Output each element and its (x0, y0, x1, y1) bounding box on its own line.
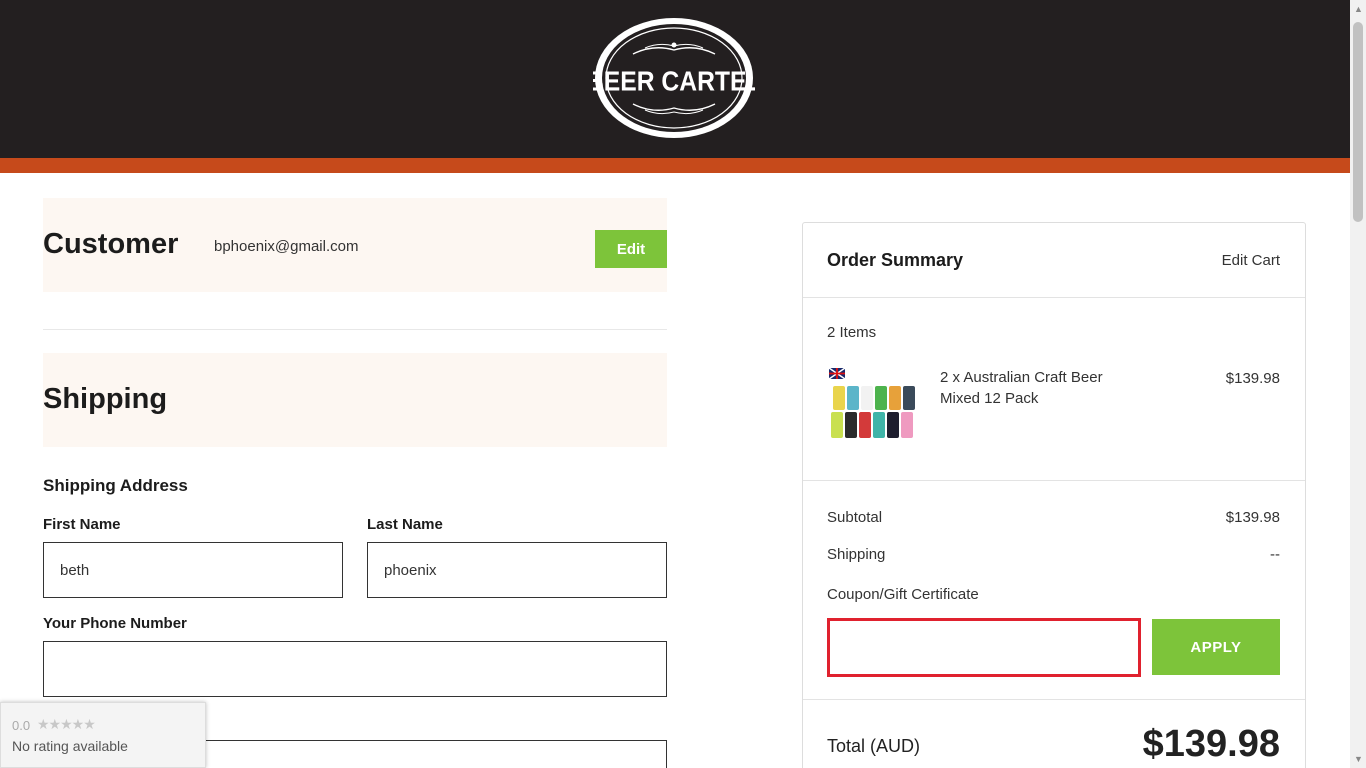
summary-divider (803, 699, 1305, 700)
summary-divider (803, 297, 1305, 298)
order-summary-panel: Order Summary Edit Cart 2 Items 2 x Aust… (802, 222, 1306, 768)
coupon-input[interactable] (827, 618, 1141, 677)
scroll-up-arrow-icon[interactable]: ▲ (1354, 4, 1363, 14)
summary-divider (803, 480, 1305, 481)
subtotal-value: $139.98 (1225, 509, 1280, 526)
shipping-section: Shipping (43, 353, 667, 447)
last-name-label: Last Name (367, 516, 443, 533)
header-accent-stripe (0, 158, 1350, 173)
first-name-field[interactable]: beth (43, 542, 343, 598)
order-summary-heading: Order Summary (827, 250, 964, 270)
product-name: 2 x Australian Craft Beer Mixed 12 Pack (940, 369, 1103, 407)
shipping-cost-value: -- (1270, 546, 1280, 563)
phone-number-field[interactable] (43, 641, 667, 697)
items-count: 2 Items (827, 324, 877, 341)
shipping-address-label: Shipping Address (43, 476, 188, 495)
rating-stars-icon: ★★★★★ (37, 716, 96, 732)
page-scrollbar[interactable]: ▲ ▼ (1350, 0, 1366, 768)
total-value: $139.98 (1142, 723, 1280, 765)
product-price: $139.98 (1225, 370, 1280, 387)
logo-text: BEER CARTEL (593, 65, 755, 96)
rating-score: 0.0 (12, 718, 31, 733)
coupon-label: Coupon/Gift Certificate (827, 586, 979, 603)
edit-cart-link[interactable]: Edit Cart (1222, 252, 1280, 269)
subtotal-label: Subtotal (827, 509, 883, 526)
scroll-thumb[interactable] (1353, 22, 1363, 222)
scroll-down-arrow-icon[interactable]: ▼ (1354, 754, 1363, 764)
rating-widget[interactable]: 0.0 ★★★★★ No rating available (0, 702, 206, 768)
total-label: Total (AUD) (827, 736, 921, 756)
customer-section: Customer bphoenix@gmail.com Edit (43, 198, 667, 292)
edit-customer-button[interactable]: Edit (595, 230, 667, 268)
rating-status-text: No rating available (12, 738, 128, 754)
beer-cartel-logo[interactable]: BEER CARTEL (593, 16, 755, 140)
shipping-cost-label: Shipping (827, 546, 886, 563)
phone-number-label: Your Phone Number (43, 615, 187, 632)
customer-email: bphoenix@gmail.com (214, 238, 359, 255)
customer-heading: Customer (43, 228, 179, 260)
first-name-label: First Name (43, 516, 121, 533)
beer-cans-product-image (829, 368, 915, 438)
shipping-heading: Shipping (43, 383, 168, 415)
apply-coupon-button[interactable]: APPLY (1152, 619, 1280, 675)
section-divider (43, 329, 667, 330)
last-name-field[interactable]: phoenix (367, 542, 667, 598)
